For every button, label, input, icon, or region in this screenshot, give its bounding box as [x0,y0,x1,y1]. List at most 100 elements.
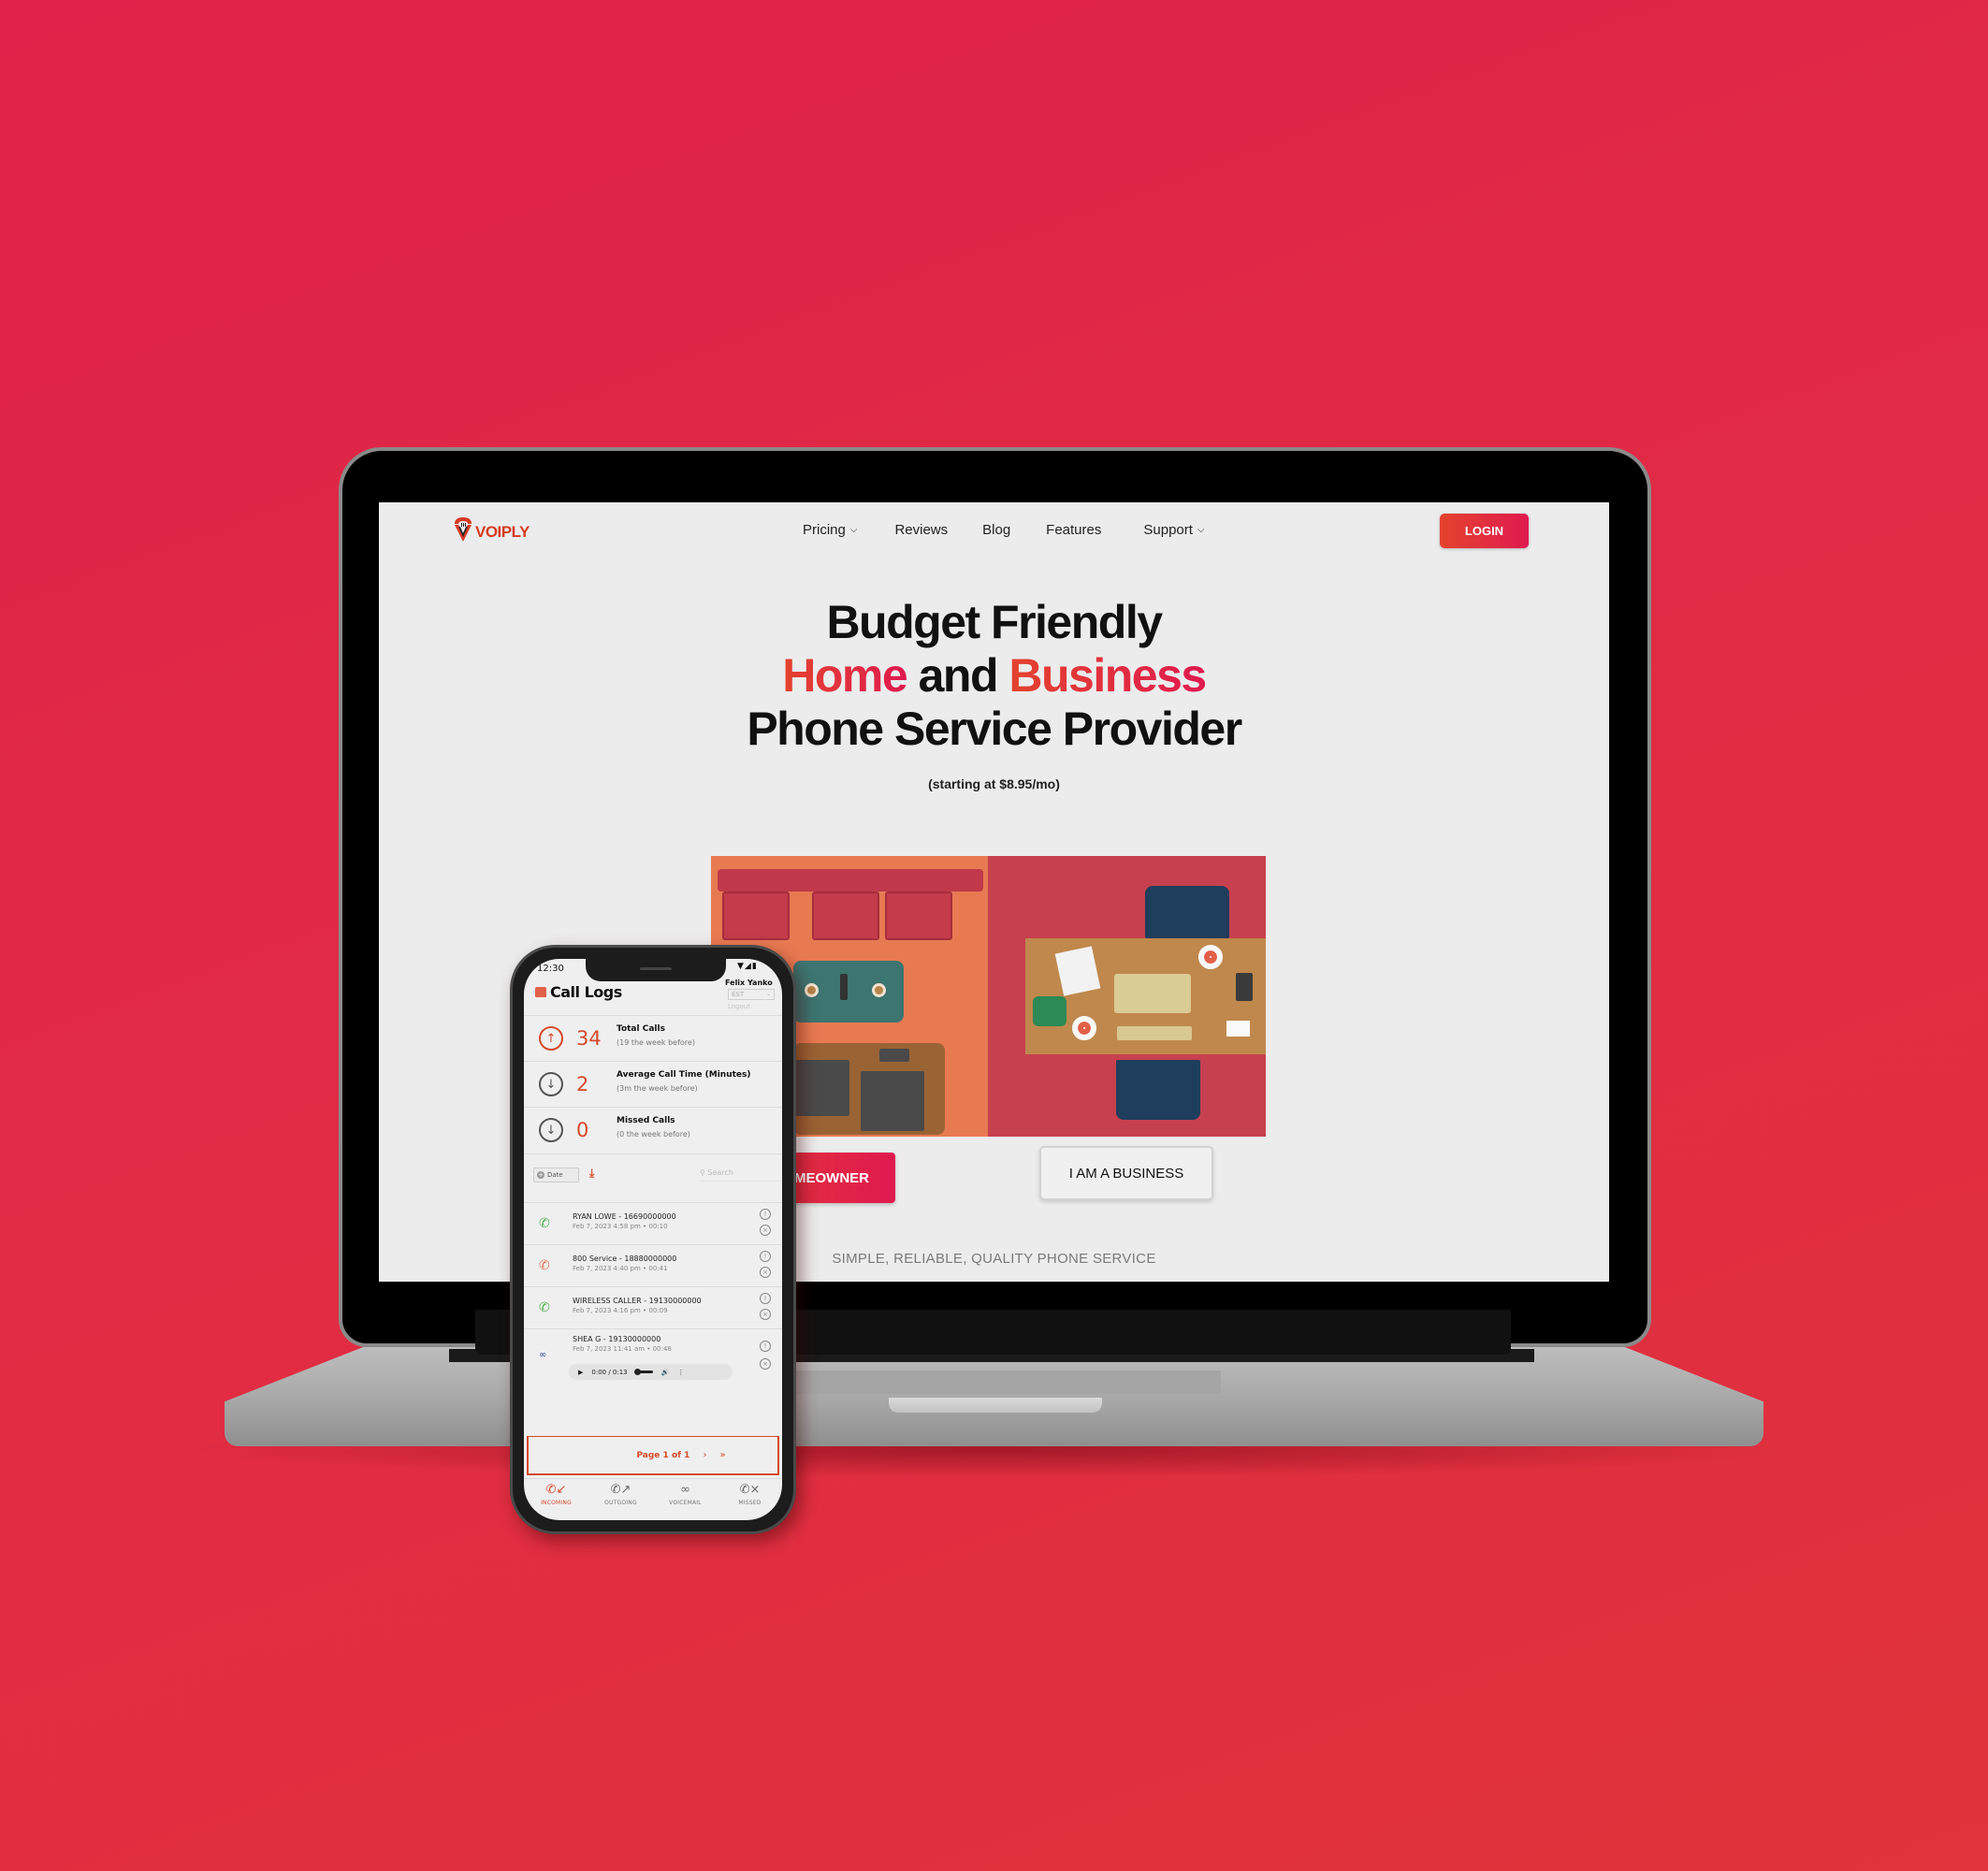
app-header: Call Logs [535,983,622,1001]
hero-line-2: Home and Business [379,649,1609,703]
tab-missed[interactable]: ✆× MISSED [718,1479,782,1520]
arrow-up-circle-icon: ↑ [539,1026,563,1051]
logout-link[interactable]: Logout [728,1003,750,1010]
laptop-opening-notch [889,1398,1102,1413]
phone-shield-logo-icon [452,515,474,544]
page-indicator: Page 1 of 1 [636,1450,690,1460]
nav-item-label: Blog [982,522,1011,538]
login-button[interactable]: LOGIN [1440,514,1529,548]
stat-value: 2 [576,1073,589,1095]
audio-time: 0:00 / 0:13 [591,1368,628,1376]
call-row[interactable]: ✆ RYAN LOWE - 16690000000 Feb 7, 2023 4:… [524,1202,782,1244]
last-page-button[interactable]: » [719,1450,725,1460]
arrow-down-circle-icon: ↓ [539,1118,563,1142]
download-icon[interactable]: ⤓ [589,1167,594,1181]
stat-sub: (3m the week before) [617,1084,698,1093]
keyboard [1117,1026,1192,1040]
call-date: Feb 7, 2023 4:40 pm [573,1265,641,1272]
office-chair [1145,886,1229,938]
tea-cup [1072,1016,1096,1040]
audio-seek-slider[interactable] [633,1369,653,1375]
call-row[interactable]: ✆ WIRELESS CALLER - 19130000000 Feb 7, 2… [524,1286,782,1328]
stat-value: 34 [576,1027,602,1050]
user-name: Felix Yanko [725,979,773,987]
delete-icon[interactable]: × [760,1309,771,1320]
site-navbar: VOIPLY Pricing ⌵ Reviews Blog Features S… [379,502,1609,558]
nav-item-support[interactable]: Support ⌵ [1143,522,1204,538]
phone-incoming-icon: ✆ [539,1216,550,1231]
battery-icon: ▮ [751,962,758,971]
chevron-down-icon: ⌵ [849,525,858,535]
rotary-phone [1033,996,1067,1026]
volume-icon[interactable]: 🔊 [661,1369,670,1376]
tea-cup [1198,945,1223,969]
call-logs-icon [535,987,546,997]
office-desk-illustration [988,856,1266,1137]
phone-incoming-icon: ✆ [539,1300,550,1315]
call-duration: 00:48 [652,1345,672,1353]
nav-item-reviews[interactable]: Reviews [894,522,948,538]
filter-bar: + Date ⤓ ⚲ Search [524,1153,782,1198]
stat-value: 0 [576,1119,589,1141]
stat-label: Missed Calls [617,1116,675,1125]
voiply-logo[interactable]: VOIPLY [452,515,530,544]
more-options-icon[interactable]: ⋮ [677,1369,684,1376]
plus-icon: + [537,1171,544,1179]
voicemail-audio-player: ▶ 0:00 / 0:13 🔊 ⋮ [569,1364,733,1380]
info-icon[interactable]: ! [760,1209,771,1220]
delete-icon[interactable]: × [760,1225,771,1236]
info-icon[interactable]: ! [760,1251,771,1262]
sofa-cushion [722,892,790,940]
stat-total-calls: ↑ 34 Total Calls (19 the week before) [524,1015,782,1061]
tab-label: MISSED [738,1500,762,1506]
stat-average-call-time: ↓ 2 Average Call Time (Minutes) (3m the … [524,1061,782,1107]
next-page-button[interactable]: › [703,1450,706,1460]
caller-name: SHEA G - 19130000000 [573,1335,661,1343]
phone-notch [586,959,726,981]
stereo-box [861,1071,924,1131]
tab-voicemail[interactable]: ∞ VOICEMAIL [653,1479,718,1520]
tab-outgoing[interactable]: ✆↗ OUTGOING [588,1479,653,1520]
coffee-cup [805,983,819,997]
nav-item-label: Support [1143,522,1193,538]
call-duration: 00:10 [648,1223,668,1230]
stat-label: Total Calls [617,1024,665,1034]
nav-item-blog[interactable]: Blog [982,522,1010,538]
tab-incoming[interactable]: ✆↙ INCOMING [524,1479,588,1520]
hero-price-subtitle: (starting at $8.95/mo) [928,776,1060,791]
hero-line-2-mid: and [907,649,1009,702]
search-input[interactable]: ⚲ Search [700,1168,782,1182]
tab-label: OUTGOING [604,1500,637,1506]
caller-name: WIRELESS CALLER - 19130000000 [573,1297,702,1305]
delete-icon[interactable]: × [760,1267,771,1278]
phone-speaker [640,967,672,970]
play-icon[interactable]: ▶ [578,1369,583,1376]
status-time: 12:30 [537,964,564,974]
nav-item-pricing[interactable]: Pricing ⌵ [803,522,857,538]
smartphone: 12:30 ▼◢▮ Call Logs Felix Yanko EST ⌄ Log… [510,945,796,1534]
info-icon[interactable]: ! [760,1341,771,1352]
info-icon[interactable]: ! [760,1293,771,1304]
call-meta: Feb 7, 2023 4:58 pm • 00:10 [573,1223,668,1230]
tab-label: INCOMING [541,1500,572,1506]
timezone-select[interactable]: EST ⌄ [728,989,775,1000]
call-row[interactable]: ✆ 800 Service - 18880000000 Feb 7, 2023 … [524,1244,782,1286]
business-button[interactable]: I AM A BUSINESS [1039,1146,1213,1200]
phone-missed-icon: ✆× [739,1483,761,1497]
nav-item-features[interactable]: Features [1046,522,1101,538]
call-date: Feb 7, 2023 4:58 pm [573,1223,641,1230]
nav-item-label: Features [1046,522,1102,538]
date-filter-button[interactable]: + Date [533,1168,579,1182]
sofa-cushion [812,892,879,940]
call-duration: 00:41 [648,1265,668,1272]
call-meta: Feb 7, 2023 4:16 pm • 00:09 [573,1307,668,1314]
phone-incoming-icon: ✆↙ [545,1483,567,1497]
tab-label: VOICEMAIL [669,1500,702,1506]
call-list: ✆ RYAN LOWE - 16690000000 Feb 7, 2023 4:… [524,1202,782,1388]
pagination: Page 1 of 1 › » [527,1436,779,1475]
delete-icon[interactable]: × [760,1358,771,1370]
call-row[interactable]: ∞ SHEA G - 19130000000 Feb 7, 2023 11:41… [524,1328,782,1388]
brand-name: VOIPLY [475,523,530,541]
calculator [1236,973,1253,1001]
caller-name: RYAN LOWE - 16690000000 [573,1212,676,1221]
